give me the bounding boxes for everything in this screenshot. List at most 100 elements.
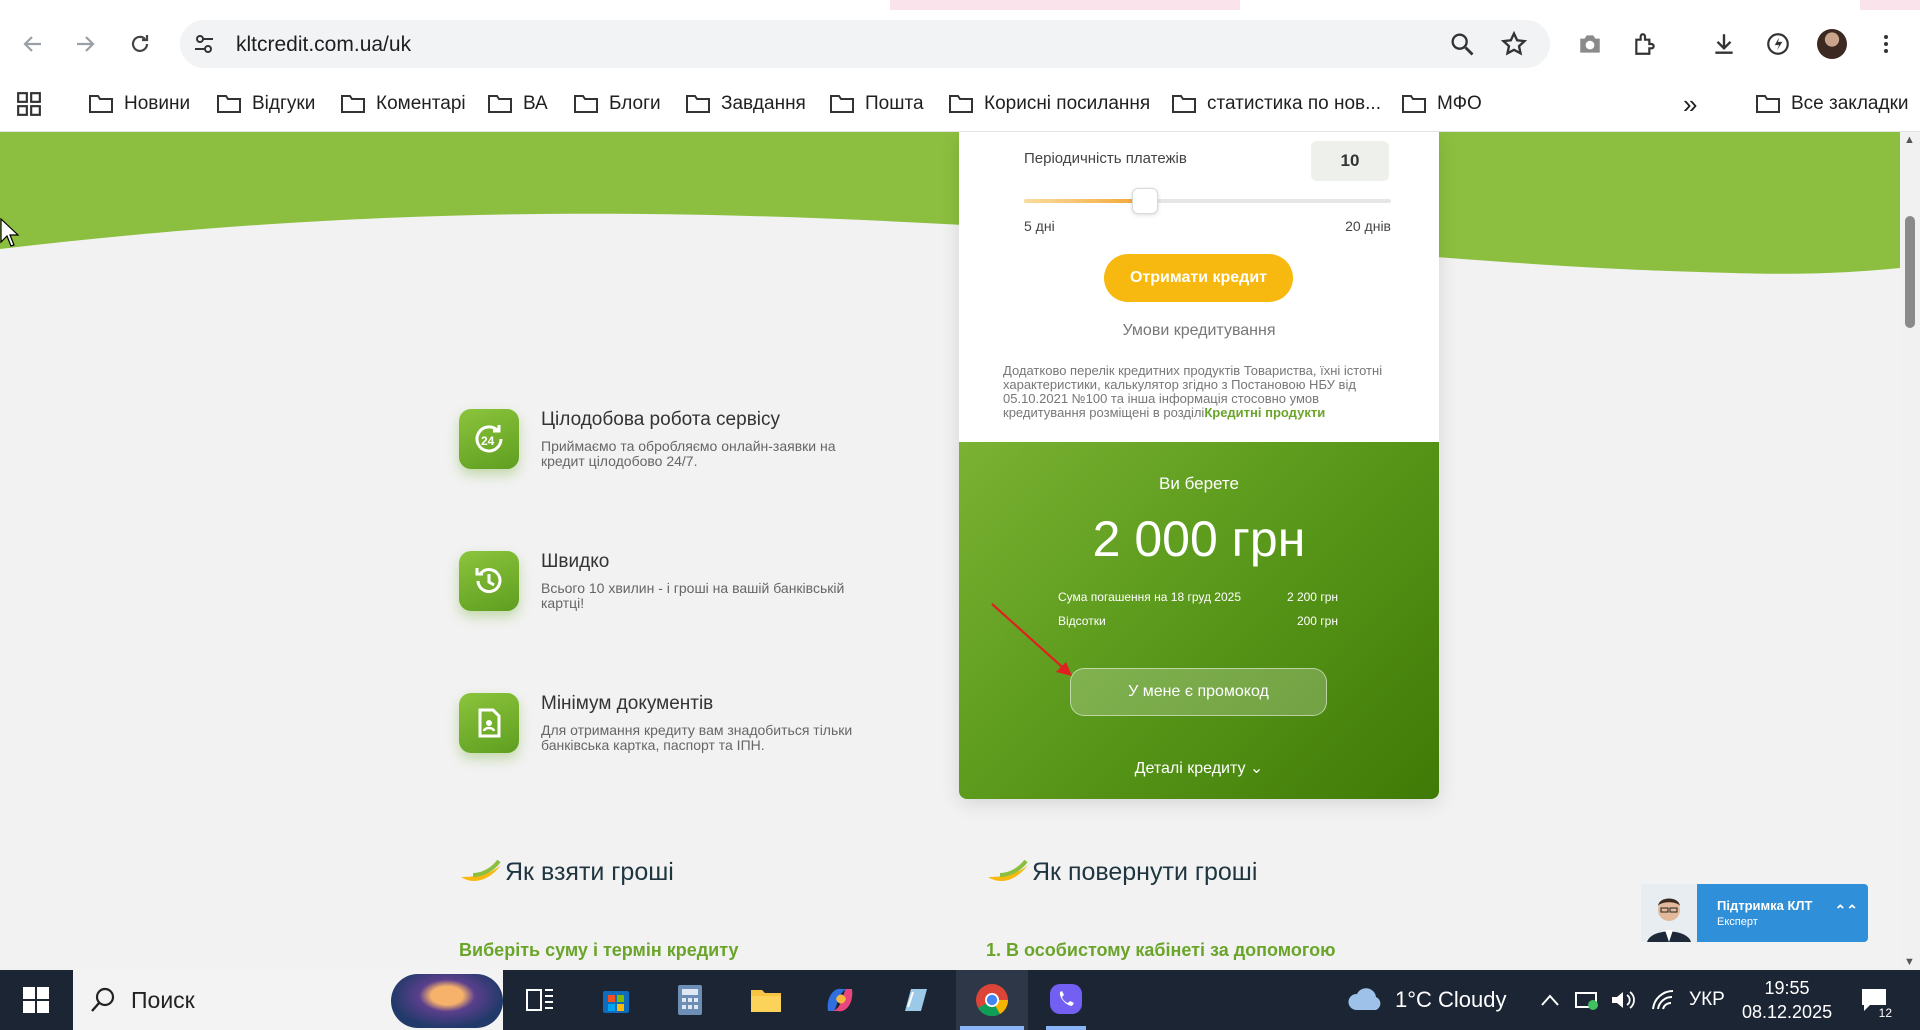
back-button[interactable]: [13, 24, 53, 64]
feature-description: Для отримання кредиту вам знадобиться ті…: [541, 722, 853, 753]
bookmark-folder[interactable]: Пошта: [829, 88, 924, 120]
support-title: Підтримка КЛТ: [1717, 898, 1813, 913]
clock-date: 08.12.2025: [1742, 1002, 1833, 1022]
download-icon: [1715, 34, 1733, 54]
screenshot-button[interactable]: [1568, 22, 1612, 66]
credit-details-toggle[interactable]: Деталі кредиту ⌄: [959, 758, 1439, 778]
folder-icon: [341, 95, 365, 113]
feature-title: Цілодобова робота сервісу: [541, 409, 781, 430]
page-scrollbar[interactable]: ▲ ▼: [1900, 132, 1920, 970]
wifi-icon: [1652, 989, 1674, 1010]
bookmark-label: статистика по нов...: [1207, 93, 1381, 114]
apps-grid-icon: [17, 92, 41, 116]
folder-icon: [751, 990, 781, 1012]
bookmark-folder[interactable]: статистика по нов...: [1171, 88, 1381, 120]
reload-button[interactable]: [120, 24, 160, 64]
copilot-button[interactable]: [818, 970, 862, 1030]
system-clock[interactable]: 19:55 08.12.2025: [1742, 976, 1832, 1024]
network-status-button[interactable]: [1572, 970, 1602, 1030]
ethernet-icon: [1575, 992, 1598, 1010]
slider-min-label: 5 дні: [1024, 218, 1055, 234]
wifi-button[interactable]: [1648, 970, 1678, 1030]
arrow-left-icon: [23, 36, 41, 52]
document-user-icon: [459, 693, 519, 753]
bookmark-folder[interactable]: Завдання: [685, 88, 806, 120]
tab-background: [0, 0, 890, 10]
show-hidden-icons-button[interactable]: [1535, 970, 1565, 1030]
address-bar[interactable]: kltcredit.com.ua/uk: [180, 20, 1550, 68]
scroll-down-icon[interactable]: ▼: [1904, 956, 1915, 968]
notepad-icon: [905, 989, 927, 1011]
taskbar-search[interactable]: Поиск: [73, 970, 503, 1030]
notepad-button[interactable]: [892, 970, 936, 1030]
folder-icon: [1402, 95, 1426, 113]
credit-terms-link[interactable]: Умови кредитування: [959, 322, 1439, 340]
leaf-logo-icon: [461, 859, 501, 881]
site-settings-icon[interactable]: [192, 32, 216, 56]
all-bookmarks-button[interactable]: Все закладки: [1755, 88, 1909, 120]
volume-button[interactable]: [1608, 970, 1638, 1030]
notification-center-button[interactable]: 12: [1852, 970, 1896, 1030]
task-view-icon: [526, 989, 553, 1011]
interest-row: Відсотки 200 грн: [1058, 614, 1338, 628]
copilot-icon: [827, 988, 853, 1012]
apps-button[interactable]: [16, 88, 52, 120]
period-label: Періодичність платежів: [1024, 150, 1187, 167]
bookmarks-bar: Новини Відгуки Коментарі ВА Блоги Завдан…: [0, 78, 1920, 132]
viber-button[interactable]: [1032, 970, 1100, 1030]
zoom-icon[interactable]: [1448, 30, 1476, 58]
bookmark-label: Новини: [124, 93, 191, 114]
downloads-button[interactable]: [1702, 22, 1746, 66]
scrollbar-thumb[interactable]: [1905, 216, 1915, 328]
forward-button[interactable]: [65, 24, 105, 64]
file-explorer-button[interactable]: [744, 970, 788, 1030]
input-language[interactable]: УКР: [1689, 989, 1725, 1011]
all-bookmarks-label: Все закладки: [1791, 93, 1909, 114]
bookmark-label: Завдання: [721, 93, 806, 114]
bookmark-label: Блоги: [609, 93, 661, 114]
folder-icon: [949, 95, 973, 113]
scroll-up-icon[interactable]: ▲: [1904, 134, 1915, 146]
active-app-indicator: [960, 1026, 1024, 1030]
weather-text[interactable]: 1°C Cloudy: [1395, 987, 1507, 1013]
extensions-button[interactable]: [1623, 22, 1667, 66]
task-view-button[interactable]: [518, 970, 562, 1030]
period-slider[interactable]: [1024, 188, 1391, 214]
profile-button[interactable]: [1810, 22, 1854, 66]
chrome-button[interactable]: [956, 970, 1028, 1030]
bookmark-folder[interactable]: Новини: [88, 88, 190, 120]
credit-note: Додатково перелік кредитних продуктів То…: [1003, 364, 1403, 420]
promo-code-button[interactable]: У мене є промокод: [1070, 668, 1327, 716]
calculator-button[interactable]: [668, 970, 712, 1030]
support-chat-widget[interactable]: Підтримка КЛТ Експерт ⌃⌃: [1641, 884, 1868, 942]
bookmark-folder[interactable]: Коментарі: [340, 88, 466, 120]
calculator-icon: [678, 985, 702, 1015]
bookmark-label: Коментарі: [376, 93, 466, 114]
store-button[interactable]: [594, 970, 638, 1030]
speaker-icon: [1612, 991, 1635, 1009]
chevron-up-icon[interactable]: ⌃⌃: [1835, 902, 1858, 919]
bookmark-folder[interactable]: ВА: [487, 88, 548, 120]
svg-text:24: 24: [481, 434, 495, 448]
bookmark-folder[interactable]: Відгуки: [216, 88, 315, 120]
feature-description: Всього 10 хвилин - і гроші на вашій банк…: [541, 580, 845, 611]
bookmark-folder[interactable]: Корисні посилання: [948, 88, 1150, 120]
slider-thumb[interactable]: [1132, 188, 1159, 214]
credit-products-link[interactable]: Кредитні продукти: [1204, 405, 1325, 420]
slider-fill: [1024, 199, 1146, 203]
how-to-return-heading: Як повернути гроші: [986, 858, 1257, 887]
bookmark-label: Пошта: [865, 93, 924, 114]
start-button[interactable]: [14, 970, 58, 1030]
get-credit-button[interactable]: Отримати кредит: [1104, 254, 1293, 302]
tab-strip: [0, 0, 1920, 10]
period-value-input[interactable]: 10: [1311, 141, 1389, 181]
performance-button[interactable]: [1756, 22, 1800, 66]
more-bookmarks-button[interactable]: »: [1683, 88, 1697, 120]
active-app-indicator: [1046, 1026, 1086, 1030]
menu-button[interactable]: [1864, 22, 1908, 66]
bookmark-folder[interactable]: МФО: [1401, 88, 1482, 120]
bookmark-folder[interactable]: Блоги: [573, 88, 661, 120]
bookmark-star-icon[interactable]: [1500, 30, 1528, 58]
support-subtitle: Експерт: [1717, 916, 1758, 928]
weather-icon[interactable]: [1343, 970, 1389, 1030]
